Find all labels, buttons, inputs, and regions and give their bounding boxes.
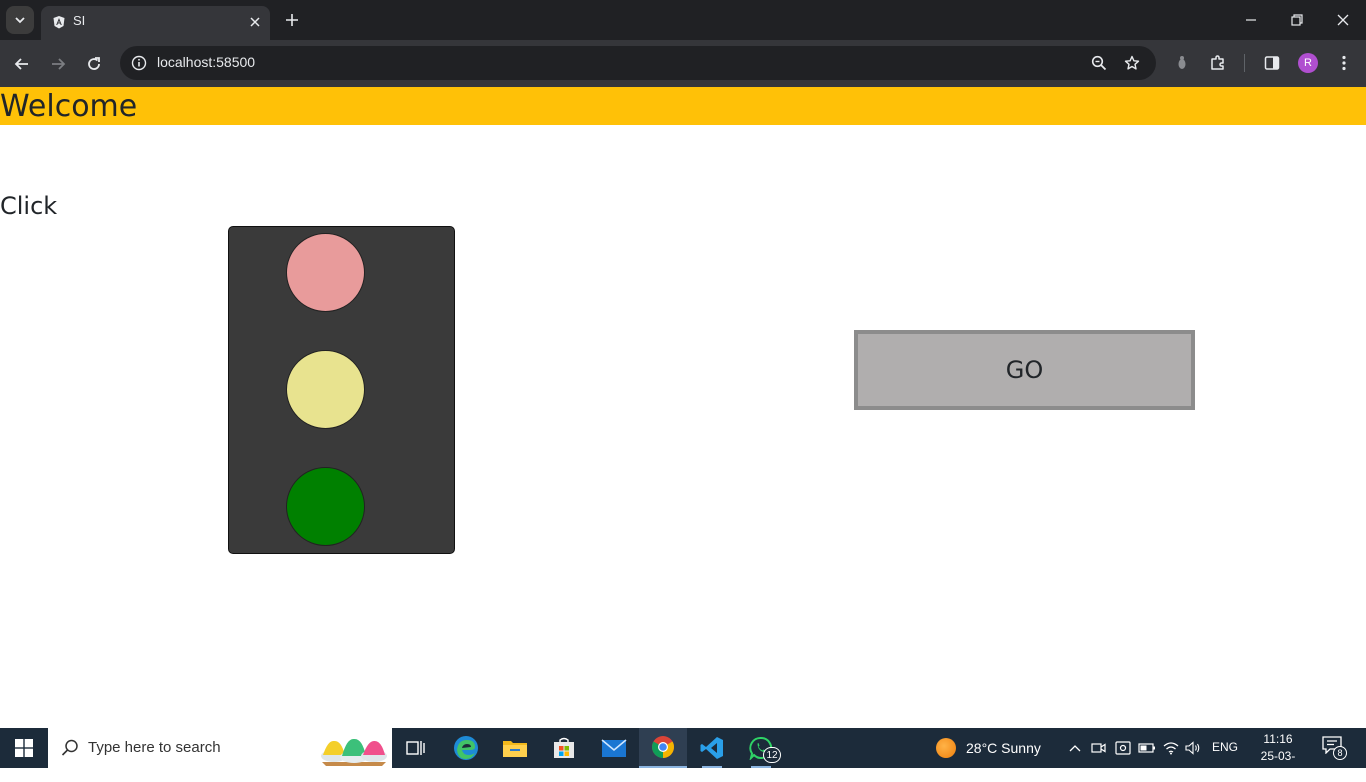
browser-tab-bar: SI [0, 0, 1366, 40]
taskbar-search-box[interactable]: Type here to search [48, 728, 392, 768]
close-icon [1337, 14, 1349, 26]
plus-icon [286, 14, 298, 26]
traffic-light [228, 226, 455, 554]
back-button[interactable] [8, 50, 36, 78]
tab-close-icon[interactable] [246, 13, 264, 31]
wifi-icon[interactable] [1161, 738, 1181, 758]
reload-button[interactable] [80, 50, 108, 78]
camera-presence-icon[interactable] [1113, 738, 1133, 758]
taskbar-file-explorer[interactable] [491, 728, 539, 768]
browser-tab[interactable]: SI [41, 6, 270, 40]
taskbar-whatsapp[interactable]: 12 [737, 728, 785, 768]
show-hidden-icons-button[interactable] [1065, 738, 1085, 758]
traffic-light-yellow[interactable] [286, 350, 365, 429]
search-placeholder: Type here to search [88, 739, 221, 756]
chevron-up-icon [1069, 745, 1081, 752]
vscode-icon [700, 737, 723, 759]
windows-taskbar: Type here to search 12 28°C Sunny ENG 11… [0, 728, 1366, 780]
clock-date: 25-03-2024 [1260, 749, 1296, 780]
new-tab-button[interactable] [280, 8, 304, 32]
notification-count-badge: 8 [1333, 746, 1347, 760]
side-panel-icon[interactable] [1259, 50, 1285, 76]
extension-icon[interactable] [1169, 50, 1195, 76]
address-bar[interactable]: localhost:58500 [120, 46, 1156, 80]
volume-icon[interactable] [1183, 738, 1203, 758]
arrow-left-icon [14, 58, 28, 70]
traffic-light-red[interactable] [286, 233, 365, 312]
angular-logo-icon [51, 14, 67, 30]
battery-icon[interactable] [1137, 738, 1157, 758]
close-window-button[interactable] [1320, 0, 1366, 40]
task-view-button[interactable] [392, 728, 440, 768]
taskbar-edge[interactable] [442, 728, 490, 768]
clock-time: 11:16 [1263, 732, 1293, 746]
taskbar-mail[interactable] [590, 728, 638, 768]
start-button[interactable] [0, 728, 48, 768]
restore-icon [1291, 14, 1303, 26]
restore-button[interactable] [1274, 0, 1320, 40]
tab-title: SI [73, 13, 86, 28]
profile-avatar[interactable]: R [1298, 53, 1318, 73]
task-view-icon [406, 741, 425, 755]
reload-icon [88, 57, 100, 70]
sun-icon [936, 738, 956, 758]
notification-center-button[interactable]: 8 [1322, 736, 1348, 760]
traffic-light-green[interactable] [286, 467, 365, 546]
go-button[interactable]: GO [854, 330, 1195, 410]
click-label: Click [0, 192, 58, 220]
whatsapp-unread-badge: 12 [763, 747, 781, 763]
minimize-icon [1246, 19, 1256, 21]
edge-icon [454, 736, 478, 760]
chevron-down-icon [15, 17, 25, 24]
chrome-icon [652, 736, 674, 758]
welcome-header: Welcome [0, 87, 1366, 125]
toolbar-divider [1244, 54, 1245, 72]
menu-kebab-icon[interactable] [1331, 50, 1357, 76]
tab-search-button[interactable] [6, 6, 34, 34]
weather-text: 28°C Sunny [966, 740, 1041, 756]
folder-icon [503, 741, 527, 757]
language-indicator[interactable]: ENG [1212, 740, 1238, 754]
zoom-icon[interactable] [1088, 52, 1110, 74]
extensions-puzzle-icon[interactable] [1205, 50, 1231, 76]
browser-toolbar: localhost:58500 R [0, 40, 1366, 87]
store-icon [554, 737, 574, 758]
minimize-button[interactable] [1228, 0, 1274, 40]
bookmark-star-icon[interactable] [1121, 52, 1143, 74]
arrow-right-icon [52, 58, 66, 70]
windows-logo-icon [15, 739, 33, 757]
meet-now-icon[interactable] [1089, 738, 1109, 758]
clock[interactable]: 11:16 25-03-2024 [1248, 731, 1308, 782]
weather-widget[interactable]: 28°C Sunny [936, 728, 1041, 768]
holi-colors-illustration [321, 738, 387, 766]
forward-button[interactable] [44, 50, 72, 78]
mail-icon [601, 739, 627, 757]
taskbar-vscode[interactable] [688, 728, 736, 768]
taskbar-chrome[interactable] [639, 728, 687, 768]
site-info-icon[interactable] [128, 52, 150, 74]
page-title: Welcome [0, 89, 138, 124]
taskbar-microsoft-store[interactable] [540, 728, 588, 768]
url-text: localhost:58500 [157, 54, 256, 70]
search-icon [61, 739, 78, 756]
